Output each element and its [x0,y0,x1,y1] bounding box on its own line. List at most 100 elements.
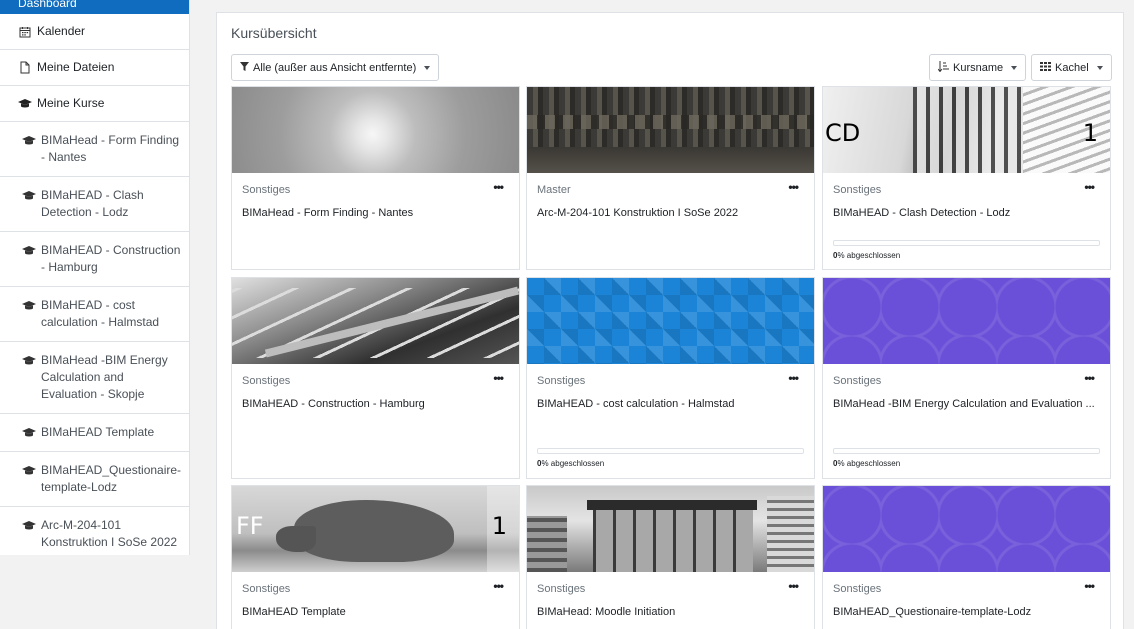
course-menu-button[interactable]: ••• [1084,579,1095,593]
sidebar-item-course[interactable]: BIMaHead -BIM Energy Calculation and Eva… [0,342,189,414]
course-card[interactable]: Sonstiges ••• BIMaHead -BIM Energy Calcu… [822,277,1111,479]
sidebar-item-calendar[interactable]: Kalender [0,14,189,50]
course-menu-button[interactable]: ••• [788,371,799,385]
course-menu-button[interactable]: ••• [493,371,504,385]
course-name-link[interactable]: BIMaHEAD - Clash Detection - Lodz [833,205,1096,221]
course-category: Sonstiges [833,583,882,595]
sort-dropdown[interactable]: Kursname [929,54,1027,81]
course-name-link[interactable]: BIMaHEAD Template [242,604,505,620]
sidebar-item-my-courses[interactable]: Meine Kurse [0,86,189,122]
course-category: Sonstiges [537,375,586,387]
course-name-link[interactable]: BIMaHEAD - cost calculation - Halmstad [537,396,800,412]
course-name-link[interactable]: BIMaHead - Form Finding - Nantes [242,205,505,221]
graduation-cap-icon [22,462,36,479]
course-menu-button[interactable]: ••• [1084,371,1095,385]
course-name-link[interactable]: BIMaHead: Moodle Initiation [537,604,800,620]
course-card[interactable]: Master ••• Arc-M-204-101 Konstruktion I … [526,86,815,270]
course-card[interactable]: Sonstiges ••• BIMaHead - Form Finding - … [231,86,520,270]
sort-icon [937,60,949,75]
course-image-rhino[interactable]: FF 1 [232,486,519,572]
graduation-cap-icon [22,352,36,369]
progress-text: 0% abgeschlossen [833,459,900,468]
sidebar-item-course[interactable]: BIMaHead - Form Finding - Nantes [0,122,189,177]
course-name-link[interactable]: BIMaHEAD_Questionaire-template-Lodz [833,604,1096,620]
graduation-cap-icon [22,424,36,441]
course-card[interactable]: Sonstiges ••• BIMaHEAD - Construction - … [231,277,520,479]
course-overlay-number: 1 [491,512,507,540]
course-image-purple-pattern[interactable] [823,278,1110,364]
graduation-cap-icon [22,297,36,314]
chevron-down-icon [1096,65,1103,70]
course-overview: Kursübersicht Alle (außer aus Ansicht en… [216,12,1124,629]
progress-bar [833,240,1100,246]
course-image-purple-pattern[interactable] [823,486,1110,572]
course-name-link[interactable]: BIMaHead -BIM Energy Calculation and Eva… [833,396,1096,412]
graduation-cap-icon [22,187,36,204]
filter-dropdown[interactable]: Alle (außer aus Ansicht entfernte) [231,54,440,81]
sidebar-item-label: Kalender [37,24,86,38]
course-image-staircase[interactable] [232,278,519,364]
sidebar-item-label: BIMaHead -BIM Energy Calculation and Eva… [41,353,168,401]
course-card[interactable]: Sonstiges ••• BIMaHEAD - cost calculatio… [526,277,815,479]
graduation-cap-icon [22,242,36,259]
page-gutter [190,0,204,629]
view-dropdown[interactable]: Kachel [1031,54,1112,81]
sidebar-item-dashboard[interactable]: Dashboard [0,0,189,14]
course-overlay-initials: FF [236,512,264,540]
course-overlay-initials: CD [825,119,861,147]
calendar-icon [18,23,32,40]
course-card[interactable]: FF 1 Sonstiges ••• BIMaHEAD Template [231,485,520,629]
graduation-cap-icon [18,95,32,112]
sidebar-item-course[interactable]: Arc-M-204-101 Konstruktion I SoSe 2022 [0,507,189,561]
sidebar-item-label: BIMaHead - Form Finding - Nantes [41,133,180,164]
sidebar-item-course[interactable]: BIMaHEAD Template [0,414,189,452]
grid-icon [1040,61,1051,74]
course-menu-button[interactable]: ••• [788,579,799,593]
course-image-stone-ornament[interactable] [527,87,814,173]
course-menu-button[interactable]: ••• [1084,180,1095,194]
sidebar-item-course[interactable]: BIMaHEAD - Clash Detection - Lodz [0,177,189,232]
sidebar-item-label: Meine Dateien [37,60,115,74]
chevron-down-icon [424,65,431,70]
course-card[interactable]: Sonstiges ••• BIMaHead: Moodle Initiatio… [526,485,815,629]
course-image-pipes[interactable]: CD 1 [823,87,1110,173]
course-category: Sonstiges [242,184,291,196]
sort-label: Kursname [953,61,1004,74]
sidebar-item-label: BIMaHEAD Template [41,425,155,439]
course-category: Master [537,184,571,196]
progress-suffix: % abgeschlossen [541,459,605,468]
course-menu-button[interactable]: ••• [493,180,504,194]
progress-suffix: % abgeschlossen [837,459,901,468]
sidebar-item-my-files[interactable]: Meine Dateien [0,50,189,86]
sidebar-item-course[interactable]: BIMaHEAD_Questionaire-template-Lodz [0,452,189,507]
sidebar-item-label: Arc-M-204-101 Konstruktion I SoSe 2022 [41,518,178,549]
view-label: Kachel [1055,61,1089,74]
progress-suffix: % abgeschlossen [837,251,901,260]
filter-icon [240,61,249,74]
course-menu-button[interactable]: ••• [493,579,504,593]
sidebar-item-course[interactable]: BIMaHEAD - Construction - Hamburg [0,232,189,287]
section-title: Kursübersicht [231,25,317,41]
sidebar-item-label: BIMaHEAD_Questionaire-template-Lodz [41,463,182,494]
graduation-cap-icon [22,517,36,534]
course-image-sky[interactable] [232,87,519,173]
course-category: Sonstiges [833,375,882,387]
course-category: Sonstiges [242,583,291,595]
course-image-building[interactable] [527,486,814,572]
sidebar-item-course[interactable]: BIMaHEAD - cost calculation - Halmstad [0,287,189,342]
course-category: Sonstiges [242,375,291,387]
progress-text: 0% abgeschlossen [537,459,604,468]
course-name-link[interactable]: BIMaHEAD - Construction - Hamburg [242,396,505,412]
course-overlay-number: 1 [1082,119,1098,147]
sidebar-item-label: BIMaHEAD - Construction - Hamburg [41,243,181,274]
sidebar-item-label: Dashboard [18,0,77,10]
course-menu-button[interactable]: ••• [788,180,799,194]
progress-bar [537,448,804,454]
progress-text: 0% abgeschlossen [833,251,900,260]
course-name-link[interactable]: Arc-M-204-101 Konstruktion I SoSe 2022 [537,205,800,221]
course-card[interactable]: Sonstiges ••• BIMaHEAD_Questionaire-temp… [822,485,1111,629]
graduation-cap-icon [22,132,36,149]
course-image-blue-pattern[interactable] [527,278,814,364]
sidebar-item-label: Meine Kurse [37,96,105,110]
course-card[interactable]: CD 1 Sonstiges ••• BIMaHEAD - Clash Dete… [822,86,1111,270]
